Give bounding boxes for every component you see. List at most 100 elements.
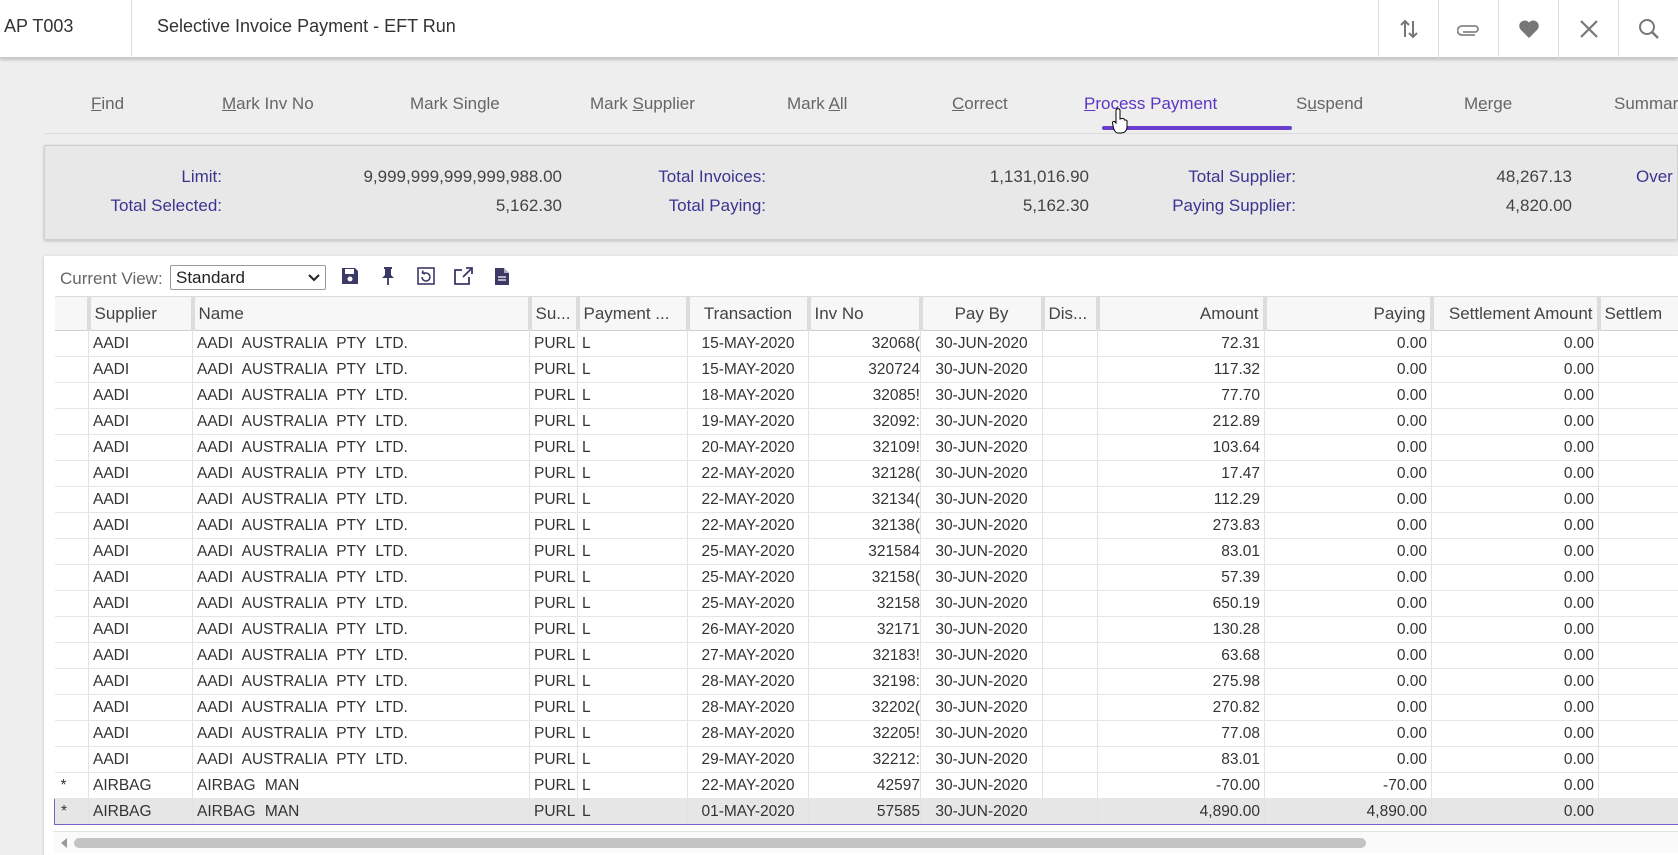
cell-settlement[interactable] xyxy=(1598,408,1678,435)
cell-supplier[interactable]: AADI xyxy=(88,330,193,357)
cell-payment[interactable]: L xyxy=(577,720,688,747)
cell-amount[interactable]: 650.19 xyxy=(1097,590,1265,617)
cell-name[interactable]: AADI AUSTRALIA PTY LTD. xyxy=(192,746,530,773)
cell-pay-by[interactable]: 30-JUN-2020 xyxy=(920,382,1043,409)
cell-name[interactable]: AADI AUSTRALIA PTY LTD. xyxy=(192,330,530,357)
cell-pay-by[interactable]: 30-JUN-2020 xyxy=(920,486,1043,513)
cell-payment[interactable]: L xyxy=(577,694,688,721)
cell-settlement-amount[interactable]: 0.00 xyxy=(1431,538,1599,565)
cell-supplier[interactable]: AADI xyxy=(88,382,193,409)
cell-su[interactable]: PURL xyxy=(529,538,578,565)
cell-paying[interactable]: 0.00 xyxy=(1264,590,1432,617)
cell-paying[interactable]: 0.00 xyxy=(1264,642,1432,669)
cell-discount[interactable] xyxy=(1042,460,1098,487)
cell-name[interactable]: AIRBAG MAN xyxy=(192,798,530,825)
cell-payment[interactable]: L xyxy=(577,798,688,825)
cell-settlement-amount[interactable]: 0.00 xyxy=(1431,590,1599,617)
cell-settlement[interactable] xyxy=(1598,356,1678,383)
cell-settlement-amount[interactable]: 0.00 xyxy=(1431,460,1599,487)
cell-inv-no[interactable]: 32128( xyxy=(808,460,921,487)
tab-mark-inv-no[interactable]: Mark Inv No xyxy=(222,94,314,114)
cell-amount[interactable]: 63.68 xyxy=(1097,642,1265,669)
cell-su[interactable]: PURL xyxy=(529,434,578,461)
cell-transaction[interactable]: 20-MAY-2020 xyxy=(687,434,809,461)
cell-marker[interactable] xyxy=(54,720,89,747)
paperclip-icon[interactable] xyxy=(1438,0,1498,58)
cell-settlement[interactable] xyxy=(1598,772,1678,799)
col-header-settlement-amount[interactable]: Settlement Amount xyxy=(1431,296,1601,331)
cell-marker[interactable] xyxy=(54,590,89,617)
table-row[interactable]: AADI AADI AUSTRALIA PTY LTD. PURL L 20-MAY-2… xyxy=(54,434,1678,461)
document-icon[interactable] xyxy=(492,265,512,287)
cell-payment[interactable]: L xyxy=(577,486,688,513)
col-header-name[interactable]: Name xyxy=(192,296,532,331)
tab-merge[interactable]: Merge xyxy=(1464,94,1512,114)
cell-marker[interactable] xyxy=(54,382,89,409)
cell-marker[interactable] xyxy=(54,486,89,513)
cell-su[interactable]: PURL xyxy=(529,720,578,747)
cell-payment[interactable]: L xyxy=(577,564,688,591)
cell-name[interactable]: AADI AUSTRALIA PTY LTD. xyxy=(192,694,530,721)
cell-settlement-amount[interactable]: 0.00 xyxy=(1431,772,1599,799)
table-row[interactable]: AADI AADI AUSTRALIA PTY LTD. PURL L 18-MAY-2… xyxy=(54,382,1678,409)
table-row[interactable]: AADI AADI AUSTRALIA PTY LTD. PURL L 25-MAY-2… xyxy=(54,538,1678,565)
cell-settlement[interactable] xyxy=(1598,486,1678,513)
cell-payment[interactable]: L xyxy=(577,330,688,357)
cell-transaction[interactable]: 22-MAY-2020 xyxy=(687,486,809,513)
cell-settlement[interactable] xyxy=(1598,434,1678,461)
cell-settlement-amount[interactable]: 0.00 xyxy=(1431,486,1599,513)
cell-pay-by[interactable]: 30-JUN-2020 xyxy=(920,590,1043,617)
cell-transaction[interactable]: 28-MAY-2020 xyxy=(687,694,809,721)
cell-transaction[interactable]: 28-MAY-2020 xyxy=(687,720,809,747)
cell-discount[interactable] xyxy=(1042,356,1098,383)
col-header-transaction[interactable]: Transaction xyxy=(687,296,811,331)
cell-paying[interactable]: 0.00 xyxy=(1264,746,1432,773)
cell-supplier[interactable]: AADI xyxy=(88,668,193,695)
cell-settlement-amount[interactable]: 0.00 xyxy=(1431,356,1599,383)
cell-inv-no[interactable]: 57585 xyxy=(808,798,921,825)
col-header-inv-no[interactable]: Inv No xyxy=(808,296,923,331)
table-row[interactable]: AADI AADI AUSTRALIA PTY LTD. PURL L 22-MAY-2… xyxy=(54,512,1678,539)
col-header-marker[interactable] xyxy=(54,296,91,331)
cell-amount[interactable]: 273.83 xyxy=(1097,512,1265,539)
cell-inv-no[interactable]: 32092: xyxy=(808,408,921,435)
cell-payment[interactable]: L xyxy=(577,538,688,565)
cell-settlement[interactable] xyxy=(1598,746,1678,773)
cell-inv-no[interactable]: 32158( xyxy=(808,564,921,591)
tab-mark-supplier[interactable]: Mark Supplier xyxy=(590,94,695,114)
cell-marker[interactable] xyxy=(54,408,89,435)
col-header-payment[interactable]: Payment ... xyxy=(577,296,690,331)
cell-transaction[interactable]: 25-MAY-2020 xyxy=(687,538,809,565)
cell-discount[interactable] xyxy=(1042,486,1098,513)
cell-inv-no[interactable]: 32068( xyxy=(808,330,921,357)
cell-paying[interactable]: 0.00 xyxy=(1264,408,1432,435)
cell-paying[interactable]: 0.00 xyxy=(1264,538,1432,565)
cell-su[interactable]: PURL xyxy=(529,694,578,721)
cell-discount[interactable] xyxy=(1042,538,1098,565)
cell-supplier[interactable]: AADI xyxy=(88,512,193,539)
table-row[interactable]: AADI AADI AUSTRALIA PTY LTD. PURL L 25-MAY-2… xyxy=(54,564,1678,591)
cell-discount[interactable] xyxy=(1042,772,1098,799)
cell-su[interactable]: PURL xyxy=(529,486,578,513)
cell-settlement[interactable] xyxy=(1598,330,1678,357)
table-row[interactable]: AADI AADI AUSTRALIA PTY LTD. PURL L 19-MAY-2… xyxy=(54,408,1678,435)
cell-discount[interactable] xyxy=(1042,512,1098,539)
cell-transaction[interactable]: 29-MAY-2020 xyxy=(687,746,809,773)
cell-pay-by[interactable]: 30-JUN-2020 xyxy=(920,798,1043,825)
cell-paying[interactable]: 0.00 xyxy=(1264,616,1432,643)
cell-paying[interactable]: -70.00 xyxy=(1264,772,1432,799)
cell-inv-no[interactable]: 32085! xyxy=(808,382,921,409)
cell-payment[interactable]: L xyxy=(577,616,688,643)
cell-inv-no[interactable]: 32158 xyxy=(808,590,921,617)
sort-arrows-icon[interactable] xyxy=(1378,0,1438,58)
save-icon[interactable] xyxy=(340,265,360,287)
cell-settlement[interactable] xyxy=(1598,642,1678,669)
cell-discount[interactable] xyxy=(1042,590,1098,617)
cell-su[interactable]: PURL xyxy=(529,408,578,435)
cell-discount[interactable] xyxy=(1042,642,1098,669)
cell-marker[interactable]: * xyxy=(54,772,89,799)
cell-payment[interactable]: L xyxy=(577,772,688,799)
cell-marker[interactable] xyxy=(54,460,89,487)
cell-payment[interactable]: L xyxy=(577,408,688,435)
cell-discount[interactable] xyxy=(1042,720,1098,747)
